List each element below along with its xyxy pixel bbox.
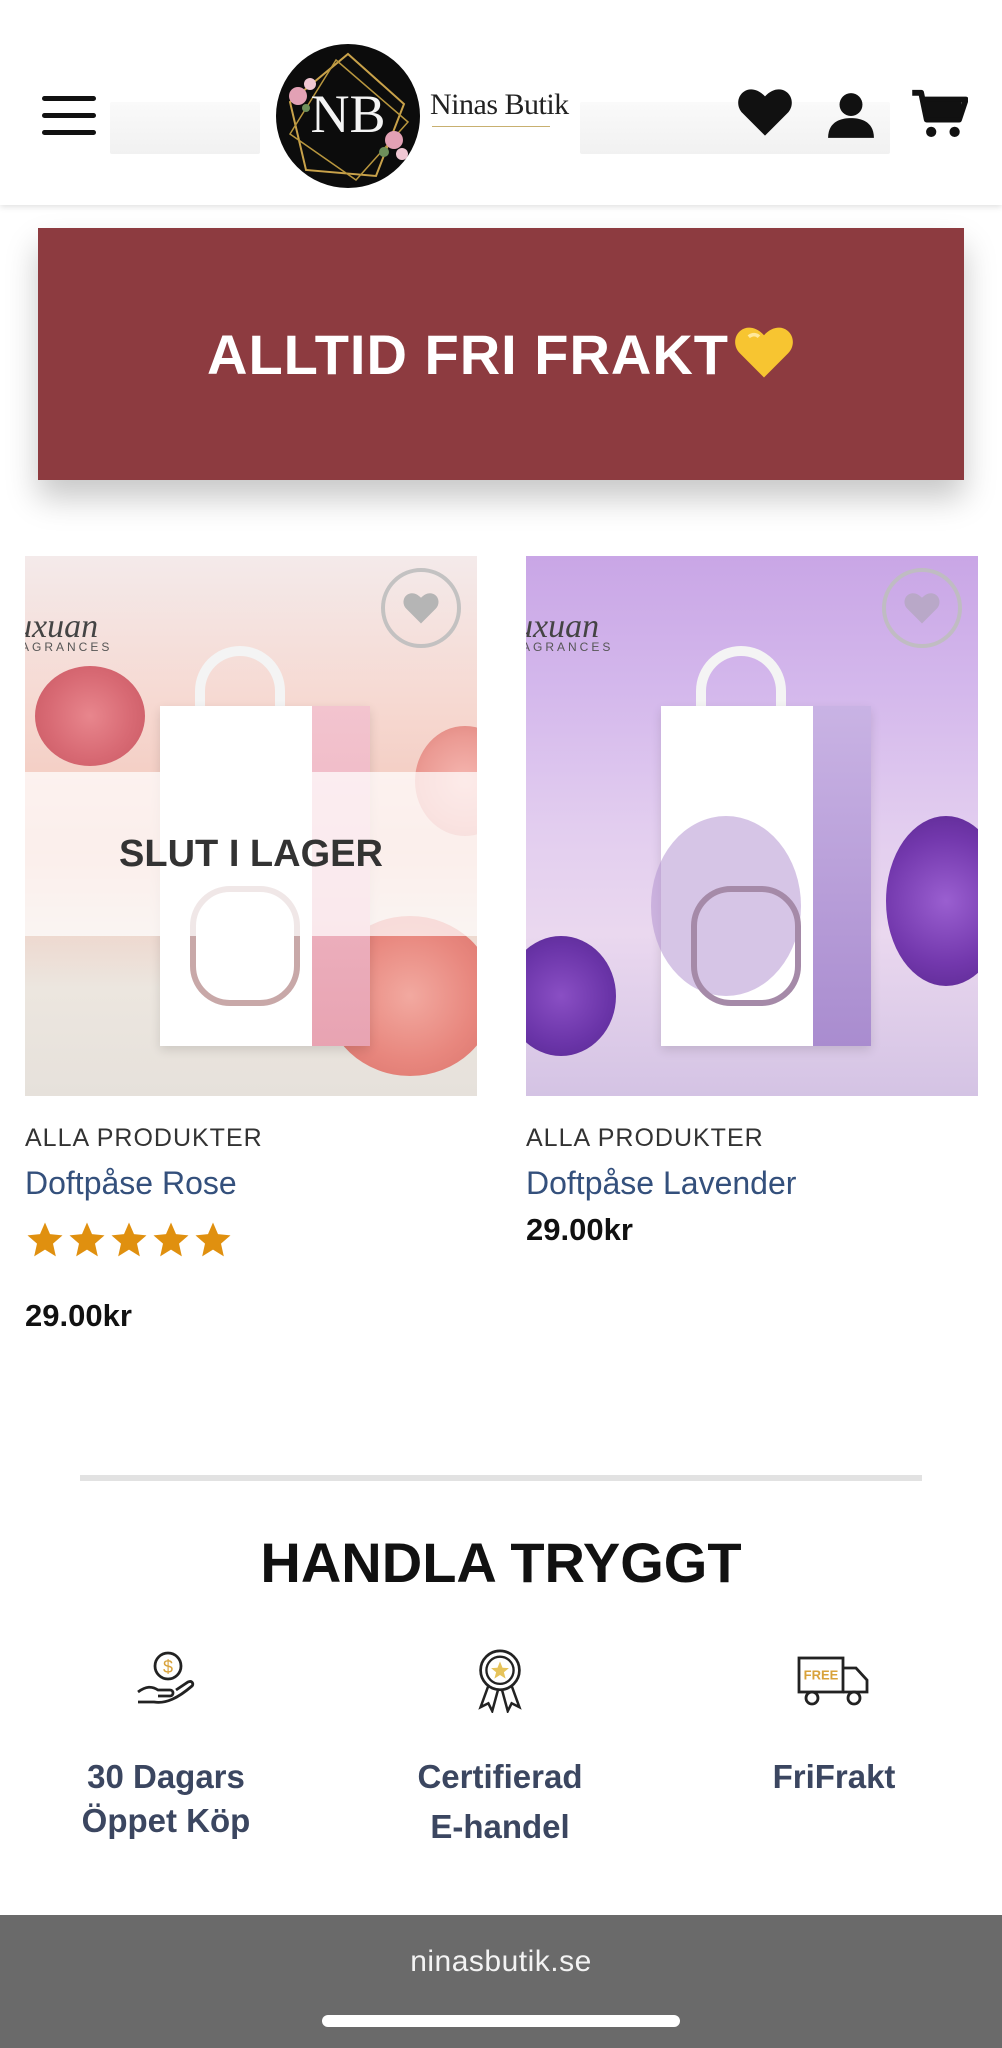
lavender-flower <box>886 816 978 986</box>
cart-icon[interactable] <box>910 88 968 140</box>
section-title: HANDLA TRYGGT <box>260 1531 742 1594</box>
product-image[interactable]: uxuan AGRANCES <box>526 556 978 1096</box>
wishlist-icon[interactable] <box>736 86 794 138</box>
product-price: 29.00kr <box>25 1298 132 1333</box>
menu-icon[interactable] <box>42 96 98 136</box>
brand-subtitle: AGRANCES <box>25 640 113 654</box>
logo-underline <box>432 126 550 127</box>
account-icon[interactable] <box>826 92 876 138</box>
award-badge-icon <box>370 1645 630 1715</box>
add-to-wishlist-button[interactable] <box>381 568 461 648</box>
star-icon <box>153 1222 189 1257</box>
product-category[interactable]: ALLA PRODUKTER <box>25 1124 477 1153</box>
home-indicator[interactable] <box>322 2015 680 2027</box>
star-rating <box>25 1220 477 1262</box>
logo-text: Ninas Butik <box>430 88 569 121</box>
site-header: NB Ninas Butik <box>0 0 1002 205</box>
feature-label: Certifierad <box>417 1758 583 1795</box>
product-image[interactable]: uxuan AGRANCES SLUT I LAGER <box>25 556 477 1096</box>
star-icon <box>195 1222 231 1257</box>
product-name[interactable]: Doftpåse Rose <box>25 1165 477 1202</box>
sachet-package <box>651 706 871 1046</box>
feature-open-purchase: $ 30 Dagars Öppet Köp <box>36 1645 296 1843</box>
star-icon <box>27 1222 63 1257</box>
money-hand-icon: $ <box>36 1645 296 1715</box>
free-truck-icon: FREE <box>704 1645 964 1715</box>
feature-free-shipping: FREE FriFrakt <box>704 1645 964 1799</box>
url-text[interactable]: ninasbutik.se <box>0 1945 1002 1979</box>
star-icon <box>69 1222 105 1257</box>
out-of-stock-overlay: SLUT I LAGER <box>25 772 477 936</box>
heart-icon <box>403 593 439 624</box>
product-price: 29.00kr <box>526 1212 633 1247</box>
feature-certified: Certifierad E-handel <box>370 1645 630 1849</box>
placeholder-block <box>110 102 260 154</box>
rose-flower <box>35 666 145 766</box>
feature-label: Öppet Köp <box>81 1802 251 1839</box>
product-card: uxuan AGRANCES SLUT I LAGER ALLA PRODUKT… <box>25 556 477 1334</box>
logo-monogram: NB <box>310 84 385 144</box>
svg-text:$: $ <box>163 1657 173 1677</box>
feature-label: 30 Dagars <box>87 1758 245 1795</box>
heart-icon <box>904 593 940 624</box>
free-shipping-banner: ALLTID FRI FRAKT <box>38 228 964 480</box>
star-icon <box>111 1222 147 1257</box>
site-logo[interactable]: NB Ninas Butik <box>276 44 576 190</box>
banner-text: ALLTID FRI FRAKT <box>207 322 729 386</box>
free-badge-text: FREE <box>804 1668 839 1683</box>
add-to-wishlist-button[interactable] <box>882 568 962 648</box>
section-divider <box>80 1475 922 1481</box>
feature-label: FriFrakt <box>772 1758 896 1795</box>
brand-subtitle: AGRANCES <box>526 640 614 654</box>
logo-emblem: NB <box>276 44 420 188</box>
product-name[interactable]: Doftpåse Lavender <box>526 1165 978 1202</box>
browser-address-bar[interactable]: ninasbutik.se <box>0 1915 1002 2048</box>
yellow-heart-icon <box>733 324 795 385</box>
feature-label: E-handel <box>430 1808 570 1845</box>
lavender-flower <box>526 936 616 1056</box>
product-card: uxuan AGRANCES ALLA PRODUKTER Doftpåse L… <box>526 556 978 1248</box>
out-of-stock-label: SLUT I LAGER <box>119 832 383 875</box>
product-category[interactable]: ALLA PRODUKTER <box>526 1124 978 1153</box>
